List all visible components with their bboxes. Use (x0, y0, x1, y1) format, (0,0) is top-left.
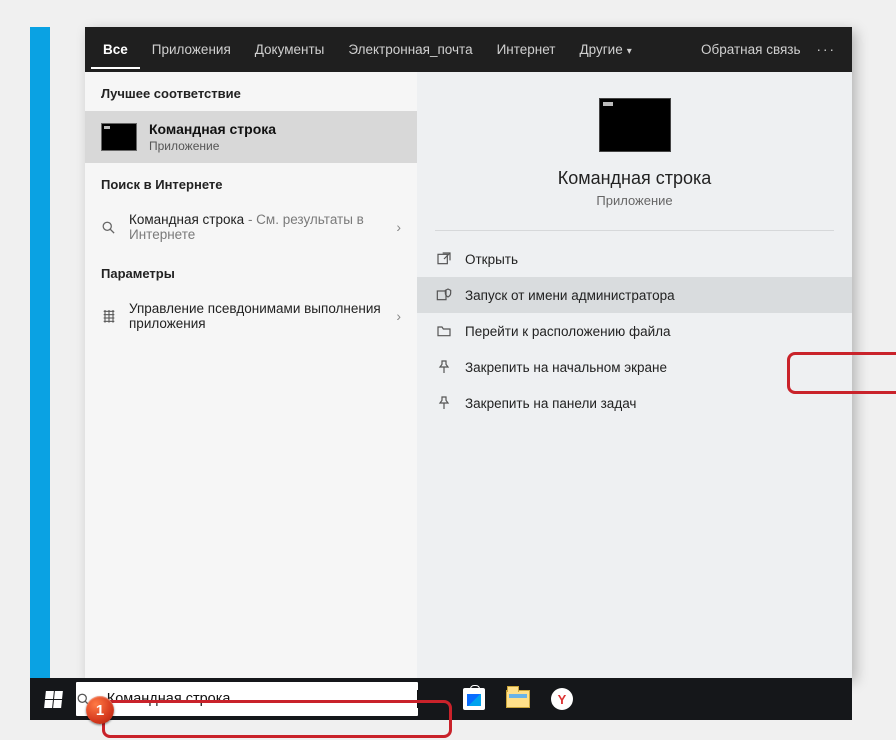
actions-list: Открыть Запуск от имени администратора П… (417, 237, 852, 425)
file-explorer-icon (506, 690, 530, 708)
pin-icon (435, 358, 453, 376)
preview-subtitle: Приложение (596, 193, 672, 208)
text-cursor (417, 690, 418, 708)
divider (435, 230, 834, 231)
taskbar-app-store[interactable] (452, 678, 496, 720)
action-pin-start[interactable]: Закрепить на начальном экране (417, 349, 852, 385)
settings-item-label: Управление псевдонимами выполнения прило… (129, 301, 386, 331)
preview-pane: Командная строка Приложение Открыть (417, 72, 852, 678)
action-label: Запуск от имени администратора (465, 288, 675, 303)
taskbar-search-input[interactable] (107, 691, 416, 707)
filter-tabs: Все Приложения Документы Электронная_поч… (85, 27, 852, 72)
cmd-icon (101, 123, 137, 151)
settings-item[interactable]: Управление псевдонимами выполнения прило… (85, 291, 417, 341)
web-search-text: Командная строка - См. результаты в Инте… (129, 212, 386, 242)
web-search-header: Поиск в Интернете (85, 163, 417, 202)
action-label: Открыть (465, 252, 518, 267)
results-left-pane: Лучшее соответствие Командная строка При… (85, 72, 417, 678)
tab-apps[interactable]: Приложения (140, 30, 243, 69)
tab-all[interactable]: Все (91, 30, 140, 69)
best-match-item[interactable]: Командная строка Приложение (85, 111, 417, 163)
taskbar-app-browser[interactable]: Y (540, 678, 584, 720)
open-icon (435, 250, 453, 268)
accent-sidebar (30, 27, 50, 688)
action-label: Перейти к расположению файла (465, 324, 671, 339)
start-button[interactable] (30, 678, 76, 720)
shield-admin-icon (435, 286, 453, 304)
cmd-preview-icon (599, 98, 671, 152)
tab-docs[interactable]: Документы (243, 30, 337, 69)
yandex-browser-icon: Y (551, 688, 573, 710)
chevron-right-icon: › (396, 308, 401, 324)
tab-email[interactable]: Электронная_почта (336, 30, 484, 69)
action-label: Закрепить на начальном экране (465, 360, 667, 375)
tab-internet[interactable]: Интернет (485, 30, 568, 69)
feedback-link[interactable]: Обратная связь (695, 42, 806, 57)
best-match-subtitle: Приложение (149, 139, 276, 153)
best-match-header: Лучшее соответствие (85, 72, 417, 111)
alias-settings-icon (101, 308, 119, 324)
store-icon (463, 688, 485, 710)
search-panel: Все Приложения Документы Электронная_поч… (85, 27, 852, 678)
folder-location-icon (435, 322, 453, 340)
taskbar-app-explorer[interactable] (496, 678, 540, 720)
action-label: Закрепить на панели задач (465, 396, 636, 411)
settings-header: Параметры (85, 252, 417, 291)
action-pin-taskbar[interactable]: Закрепить на панели задач (417, 385, 852, 421)
action-run-as-admin[interactable]: Запуск от имени администратора (417, 277, 852, 313)
windows-logo-icon (44, 691, 63, 708)
web-search-item[interactable]: Командная строка - См. результаты в Инте… (85, 202, 417, 252)
taskbar-search-box[interactable] (76, 682, 418, 716)
tab-other[interactable]: Другие▾ (567, 30, 643, 69)
action-open-file-location[interactable]: Перейти к расположению файла (417, 313, 852, 349)
taskbar: Y 1 (30, 678, 852, 720)
annotation-badge-1: 1 (86, 696, 114, 724)
more-icon[interactable]: ··· (807, 42, 847, 57)
preview-title: Командная строка (558, 168, 712, 189)
search-icon (101, 220, 119, 235)
best-match-title: Командная строка (149, 121, 276, 137)
action-open[interactable]: Открыть (417, 241, 852, 277)
chevron-down-icon: ▾ (627, 46, 632, 57)
chevron-right-icon: › (396, 219, 401, 235)
pin-icon (435, 394, 453, 412)
